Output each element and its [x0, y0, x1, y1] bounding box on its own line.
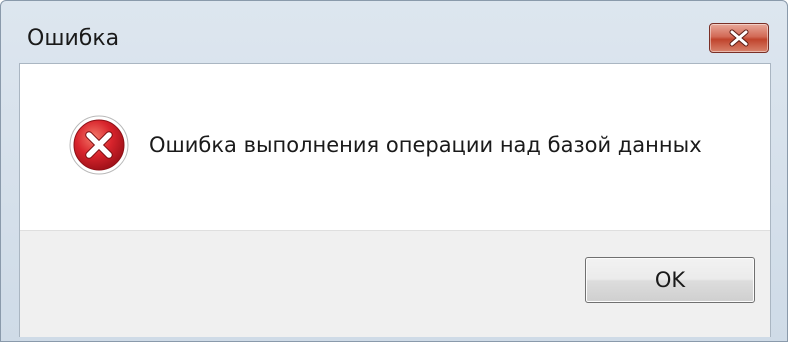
ok-button[interactable]: OK [585, 257, 755, 303]
error-dialog: Ошибка Ошибка выполнения операции над ба… [0, 0, 788, 342]
window-title: Ошибка [27, 26, 120, 51]
message-area: Ошибка выполнения операции над базой дан… [20, 64, 770, 230]
dialog-body: Ошибка выполнения операции над базой дан… [19, 63, 771, 337]
close-button[interactable] [709, 23, 769, 53]
error-message: Ошибка выполнения операции над базой дан… [149, 133, 702, 157]
title-bar[interactable]: Ошибка [1, 1, 787, 63]
error-icon [69, 115, 129, 175]
button-bar: OK [20, 230, 770, 337]
close-icon [729, 29, 749, 47]
